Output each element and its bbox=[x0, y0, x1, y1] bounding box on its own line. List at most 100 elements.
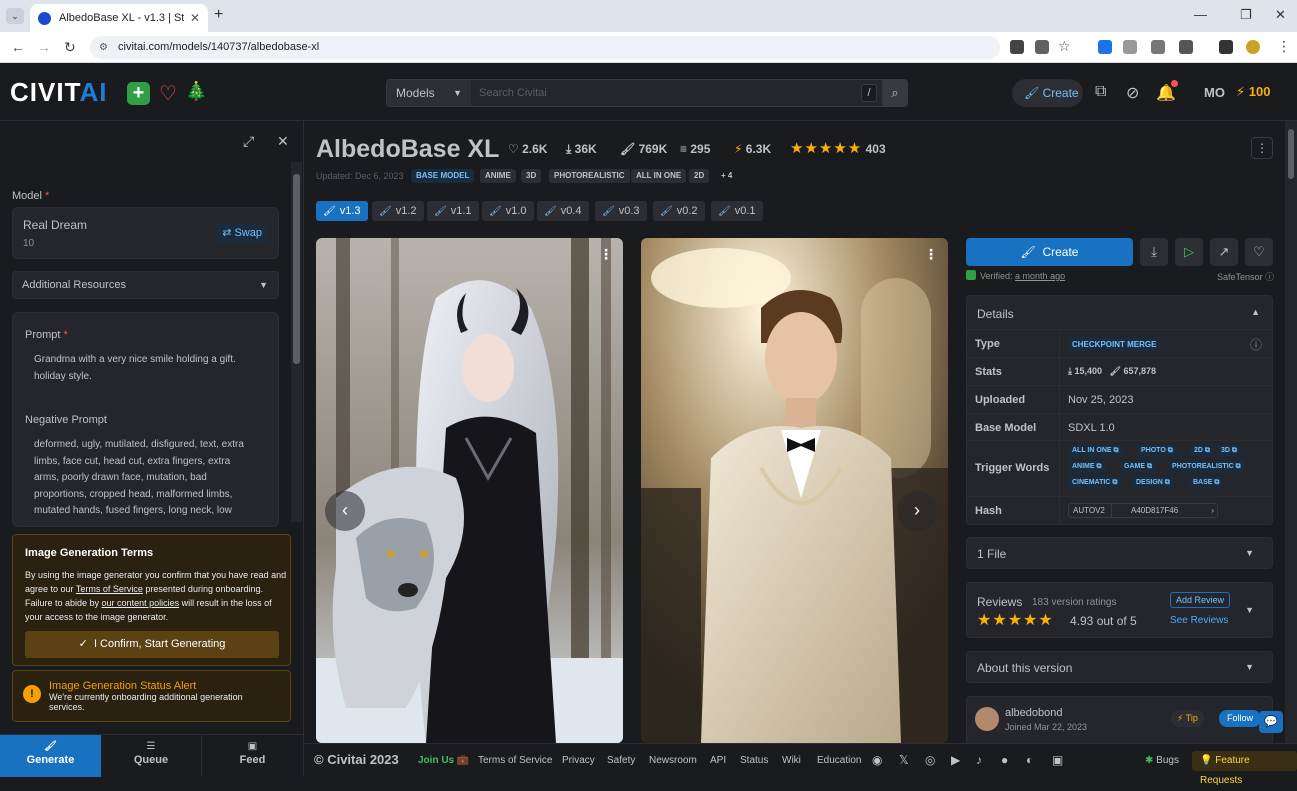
browser-tab[interactable]: AlbedoBase XL - v1.3 | Stable D ✕ bbox=[30, 4, 208, 32]
tag-base-model[interactable]: BASE MODEL bbox=[411, 169, 475, 183]
footer-link-newsroom[interactable]: Newsroom bbox=[649, 755, 697, 766]
prompt-textarea[interactable]: Grandma with a very nice smile holding a… bbox=[34, 352, 256, 385]
install-app-icon[interactable] bbox=[1010, 40, 1024, 54]
version-v0-2[interactable]: 🖌 v0.2 bbox=[653, 201, 705, 221]
version-v0-3[interactable]: 🖌 v0.3 bbox=[595, 201, 647, 221]
tab-feed[interactable]: ▣ Feed bbox=[202, 735, 303, 777]
follow-button[interactable]: Follow bbox=[1219, 710, 1262, 727]
swap-button[interactable]: ⇄ Swap bbox=[216, 223, 268, 243]
gallery-image-wolf-woman[interactable]: ⋮ bbox=[316, 238, 623, 743]
reddit-icon[interactable]: ● bbox=[1001, 753, 1008, 767]
create-with-model-button[interactable]: 🖌 Create bbox=[966, 238, 1133, 266]
trigger-word[interactable]: 3D ⧉ bbox=[1217, 445, 1241, 457]
gallery-image-gentleman[interactable]: ⋮ bbox=[641, 238, 948, 743]
youtube-icon[interactable]: ▶ bbox=[951, 753, 960, 767]
footer-link-terms[interactable]: Terms of Service bbox=[478, 755, 552, 766]
profile-avatar-icon[interactable] bbox=[1246, 40, 1260, 54]
footer-link-education[interactable]: Education bbox=[817, 755, 861, 766]
create-button[interactable]: 🖌 Create bbox=[1012, 79, 1083, 107]
version-v1-3[interactable]: 🖌 v1.3 bbox=[316, 201, 368, 221]
add-review-button[interactable]: Add Review bbox=[1170, 592, 1231, 608]
tag-photorealistic[interactable]: PHOTOREALISTIC bbox=[549, 169, 630, 183]
chevron-right-icon[interactable]: › bbox=[1211, 504, 1214, 517]
feature-requests-button[interactable]: 💡 Feature Requests bbox=[1192, 751, 1297, 786]
trigger-word[interactable]: PHOTOREALISTIC ⧉ bbox=[1168, 461, 1245, 473]
side-panel-icon[interactable] bbox=[1219, 40, 1233, 54]
image-options-icon[interactable]: ⋮ bbox=[924, 246, 938, 263]
favorite-heart-icon[interactable]: ♡ bbox=[1245, 238, 1273, 266]
see-reviews-link[interactable]: See Reviews bbox=[1170, 615, 1228, 626]
scrollbar-thumb[interactable] bbox=[1288, 129, 1294, 179]
buzz-balance[interactable]: ⚡ 100 bbox=[1236, 84, 1270, 100]
rating-stat[interactable]: ★★★★★ 403 bbox=[790, 139, 886, 157]
tag-anime[interactable]: ANIME bbox=[480, 169, 516, 183]
page-scrollbar[interactable] bbox=[1285, 121, 1297, 743]
hash-box[interactable]: AUTOV2 A40D817F46 › bbox=[1068, 503, 1218, 518]
trigger-word[interactable]: GAME ⧉ bbox=[1120, 461, 1156, 473]
verified-time[interactable]: a month ago bbox=[1015, 271, 1065, 281]
tab-search-button[interactable]: ⌄ bbox=[6, 8, 24, 24]
gallery-next-arrow[interactable]: › bbox=[897, 491, 937, 531]
join-us-link[interactable]: Join Us 💼 bbox=[418, 755, 469, 766]
trigger-word[interactable]: 2D ⧉ bbox=[1190, 445, 1214, 457]
footer-link-api[interactable]: API bbox=[710, 755, 726, 766]
github-icon[interactable]: ◐ bbox=[1026, 753, 1033, 767]
tip-button[interactable]: ⚡ Tip bbox=[1171, 710, 1204, 727]
translate-icon[interactable] bbox=[1035, 40, 1049, 54]
search-input[interactable] bbox=[471, 80, 861, 106]
support-heart-icon[interactable]: ♡ bbox=[159, 81, 177, 106]
tab-generate[interactable]: 🖌 Generate bbox=[0, 735, 101, 777]
instagram-icon[interactable]: ◎ bbox=[925, 753, 935, 767]
share-icon[interactable]: ↗ bbox=[1210, 238, 1238, 266]
extension-download-icon[interactable] bbox=[1151, 40, 1165, 54]
generation-feed-icon[interactable]: ⧉ bbox=[1095, 83, 1106, 101]
site-info-icon[interactable]: ⚙ bbox=[99, 36, 108, 59]
info-icon[interactable]: ⓘ bbox=[1250, 336, 1262, 353]
footer-link-safety[interactable]: Safety bbox=[607, 755, 635, 766]
version-v1-1[interactable]: 🖌 v1.1 bbox=[427, 201, 479, 221]
content-policies-link[interactable]: our content policies bbox=[102, 598, 180, 608]
additional-resources-accordion[interactable]: Additional Resources ▼ bbox=[12, 271, 279, 299]
trigger-word[interactable]: CINEMATIC ⧉ bbox=[1068, 477, 1122, 489]
model-card[interactable]: Real Dream 10 ⇄ Swap bbox=[12, 207, 279, 259]
search-icon[interactable]: ⌕ bbox=[882, 80, 908, 106]
discord-icon[interactable]: ◉ bbox=[872, 753, 882, 767]
scrollbar-thumb[interactable] bbox=[293, 174, 300, 364]
files-panel[interactable]: 1 File ▼ bbox=[966, 537, 1273, 569]
forward-icon[interactable]: → bbox=[37, 39, 51, 55]
extension-new-icon[interactable] bbox=[1123, 40, 1137, 54]
tag-more[interactable]: + 4 bbox=[716, 169, 737, 183]
holiday-tree-icon[interactable]: 🎄 bbox=[185, 81, 207, 102]
chrome-menu-icon[interactable]: ⋮ bbox=[1277, 38, 1291, 55]
trigger-word[interactable]: ALL IN ONE ⧉ bbox=[1068, 445, 1123, 457]
close-tab-icon[interactable]: ✕ bbox=[190, 11, 200, 25]
chevron-down-icon[interactable]: ▼ bbox=[1245, 605, 1254, 615]
bookmark-star-icon[interactable]: ☆ bbox=[1058, 38, 1071, 55]
version-v1-2[interactable]: 🖌 v1.2 bbox=[372, 201, 424, 221]
close-window-icon[interactable]: ✕ bbox=[1275, 7, 1286, 23]
version-v0-1[interactable]: 🖌 v0.1 bbox=[711, 201, 763, 221]
avatar[interactable] bbox=[975, 707, 999, 731]
version-v1-0[interactable]: 🖌 v1.0 bbox=[482, 201, 534, 221]
version-v0-4[interactable]: 🖌 v0.4 bbox=[537, 201, 589, 221]
new-tab-button[interactable]: + bbox=[214, 6, 223, 24]
chevron-up-icon[interactable]: ▲ bbox=[1251, 307, 1260, 317]
trigger-word[interactable]: DESIGN ⧉ bbox=[1132, 477, 1174, 489]
trigger-word[interactable]: ANIME ⧉ bbox=[1068, 461, 1106, 473]
footer-link-status[interactable]: Status bbox=[740, 755, 768, 766]
reload-icon[interactable]: ↻ bbox=[64, 39, 76, 56]
tag-2d[interactable]: 2D bbox=[689, 169, 710, 183]
x-twitter-icon[interactable]: 𝕏 bbox=[899, 753, 909, 767]
bugs-link[interactable]: ✱ Bugs bbox=[1145, 755, 1179, 766]
tag-3d[interactable]: 3D bbox=[521, 169, 542, 183]
terms-of-service-link[interactable]: Terms of Service bbox=[76, 584, 143, 594]
negative-prompt-textarea[interactable]: deformed, ugly, mutilated, disfigured, t… bbox=[34, 437, 256, 520]
minimize-icon[interactable]: — bbox=[1194, 7, 1207, 22]
upload-plus-button[interactable]: + bbox=[127, 82, 150, 105]
civitai-logo[interactable]: CIVITAI bbox=[10, 77, 108, 108]
maximize-icon[interactable]: ❐ bbox=[1240, 7, 1252, 23]
chat-icon[interactable]: 💬 bbox=[1259, 711, 1283, 733]
tiktok-icon[interactable]: ♪ bbox=[976, 753, 982, 767]
back-icon[interactable]: ← bbox=[11, 39, 25, 55]
footer-link-wiki[interactable]: Wiki bbox=[782, 755, 801, 766]
